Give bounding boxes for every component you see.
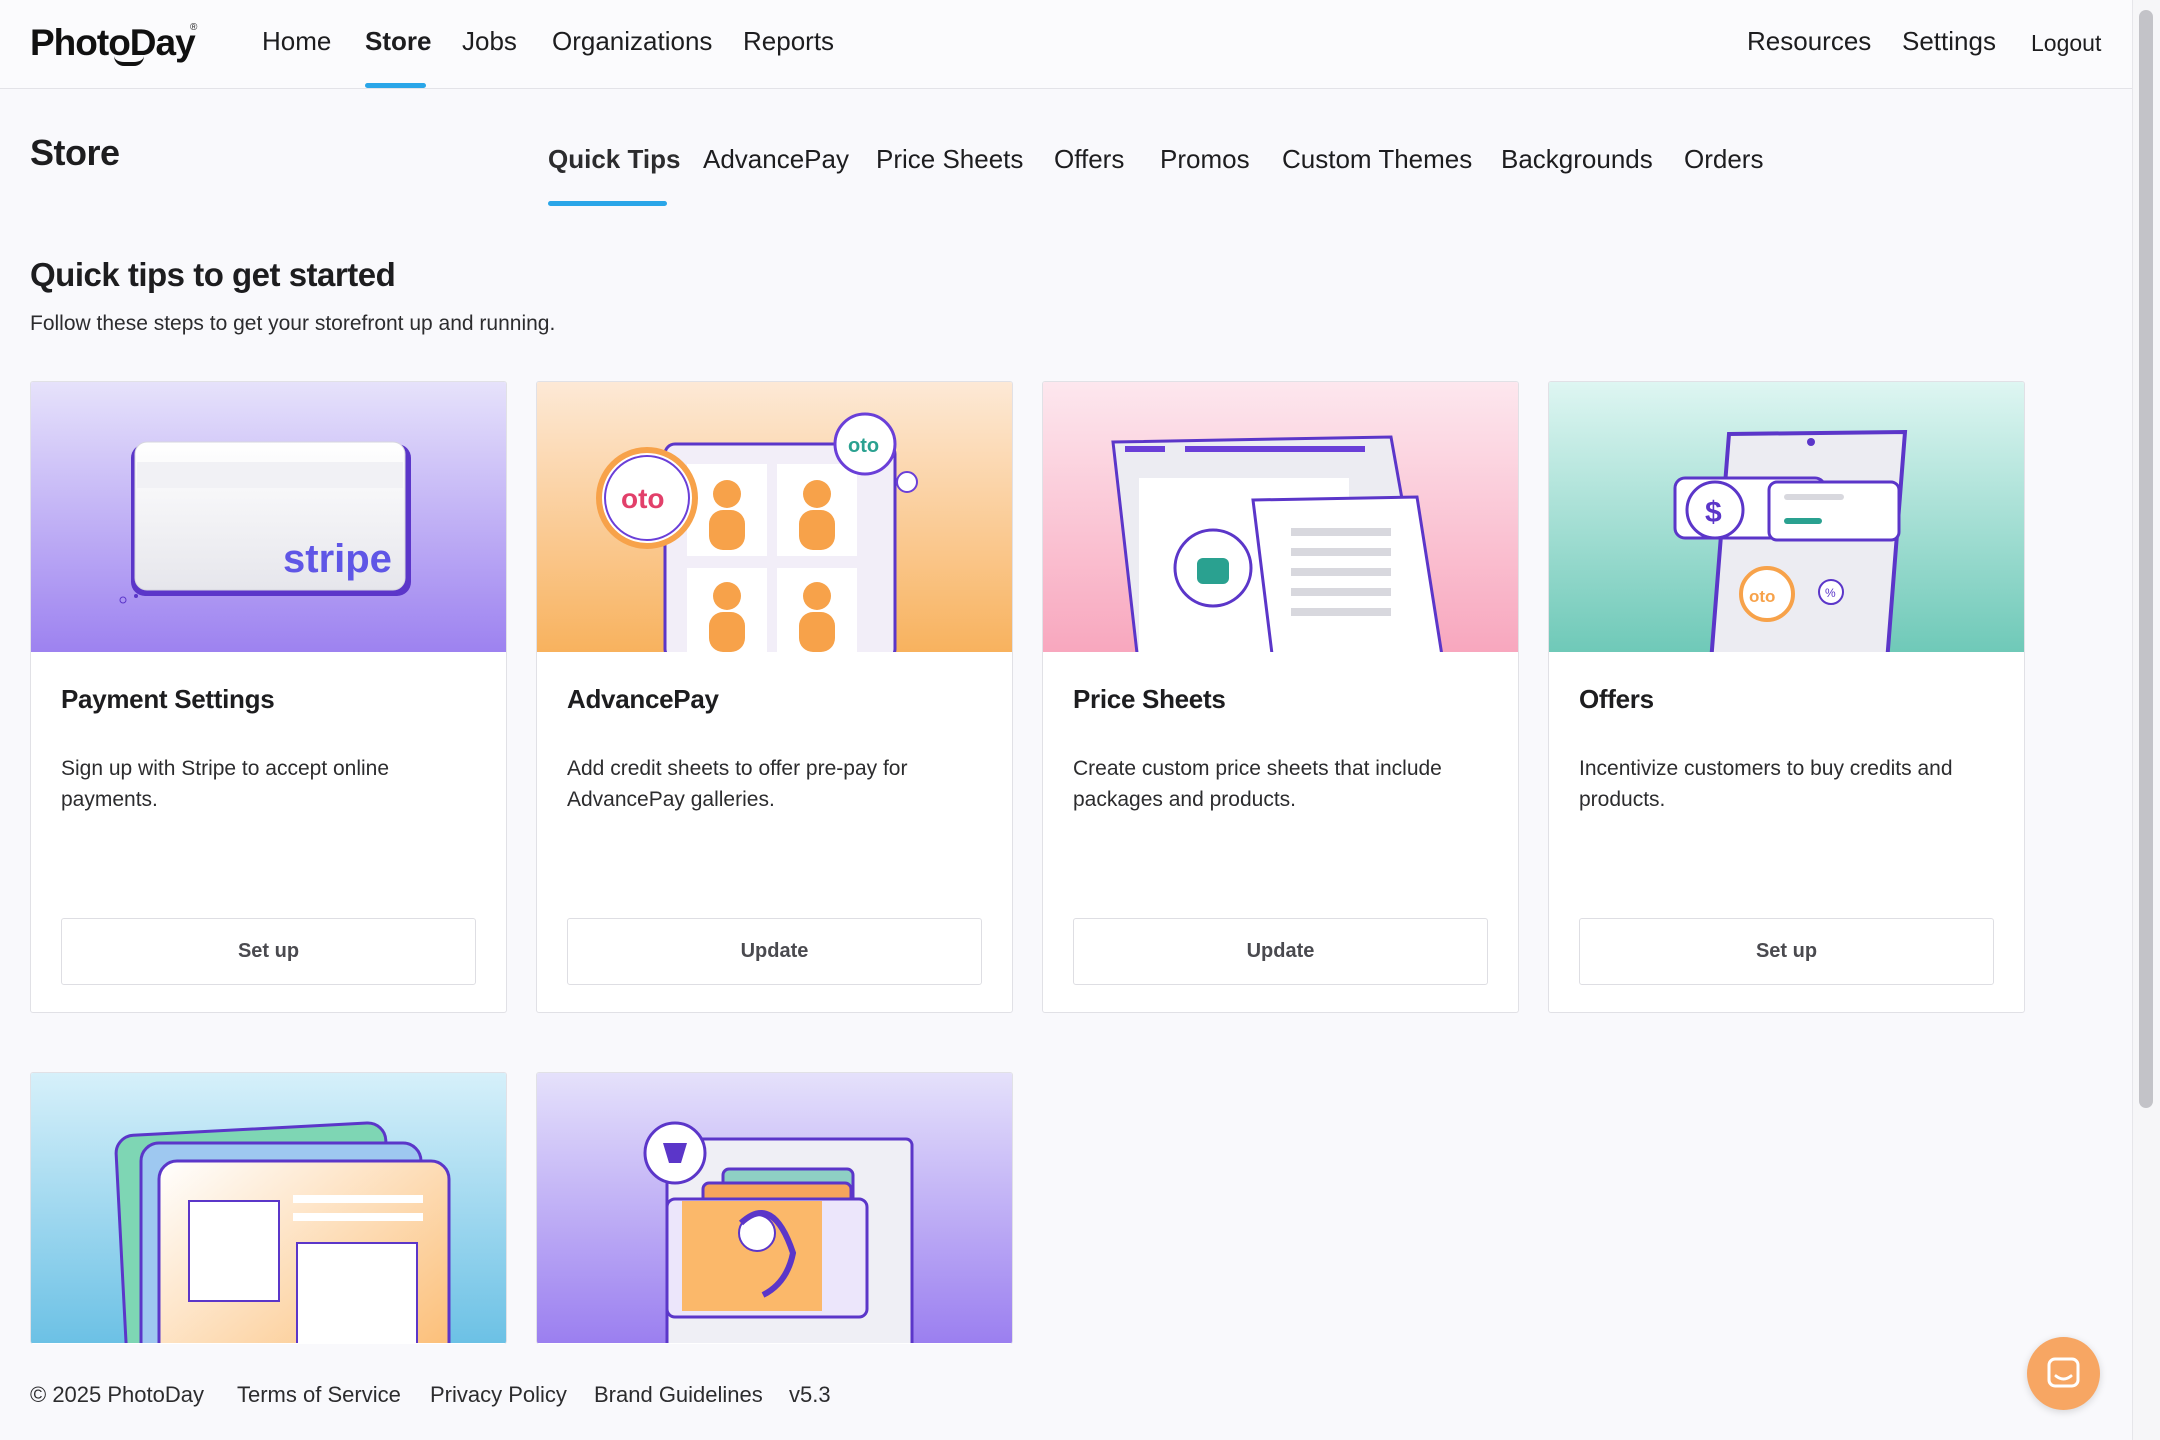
footer-version: v5.3 (789, 1382, 831, 1407)
card-title: AdvancePay (567, 684, 719, 714)
card-custom-themes (30, 1072, 507, 1344)
scrollbar-thumb[interactable] (2139, 10, 2153, 1108)
svg-text:oto: oto (1749, 587, 1775, 606)
nav-reports[interactable]: Reports (743, 26, 834, 57)
stripe-illustration: stripe (31, 382, 506, 652)
section-title: Quick tips to get started (30, 256, 396, 293)
tab-quick-tips[interactable]: Quick Tips (548, 144, 680, 175)
svg-text:oto: oto (848, 435, 879, 457)
card-price-sheets: Price Sheets Create custom price sheets … (1042, 381, 1519, 1013)
update-button[interactable]: Update (1073, 918, 1488, 985)
footer-terms-link[interactable]: Terms of Service (237, 1382, 401, 1408)
svg-text:%: % (1825, 586, 1836, 600)
logo-registered-mark: ® (190, 22, 198, 33)
update-button[interactable]: Update (567, 918, 982, 985)
tab-offers[interactable]: Offers (1054, 144, 1124, 175)
nav-store[interactable]: Store (365, 26, 431, 57)
card-title: Price Sheets (1073, 684, 1226, 714)
tab-advancepay[interactable]: AdvancePay (703, 144, 849, 175)
set-up-button[interactable]: Set up (1579, 918, 1994, 985)
offers-illustration: $ oto % (1549, 382, 2024, 652)
section-description: Follow these steps to get your storefron… (30, 312, 556, 335)
card-advancepay: oto oto AdvancePay Add credit sheets to … (536, 381, 1013, 1013)
page-title: Store (30, 132, 120, 173)
card-offers: $ oto % Offers Incentivize customers to … (1548, 381, 2025, 1013)
nav-logout[interactable]: Logout (2031, 30, 2101, 57)
footer-brand-guidelines-link[interactable]: Brand Guidelines (594, 1382, 763, 1408)
footer-copyright: © 2025 PhotoDay (30, 1382, 204, 1407)
nav-organizations[interactable]: Organizations (552, 26, 712, 57)
price-sheets-illustration (1043, 382, 1518, 652)
nav-active-indicator (365, 83, 426, 88)
nav-jobs[interactable]: Jobs (462, 26, 517, 57)
set-up-button[interactable]: Set up (61, 918, 476, 985)
logo-text: PhotoDay (30, 22, 196, 63)
top-navbar: PhotoDay ® Home Store Jobs Organizations… (0, 0, 2132, 89)
tab-custom-themes[interactable]: Custom Themes (1282, 144, 1472, 175)
tab-backgrounds[interactable]: Backgrounds (1501, 144, 1653, 175)
card-description: Create custom price sheets that include … (1073, 757, 1442, 811)
footer-privacy-link[interactable]: Privacy Policy (430, 1382, 567, 1408)
logo-smile-mark (114, 56, 144, 66)
chat-icon (2047, 1357, 2080, 1388)
card-title: Payment Settings (61, 684, 275, 714)
svg-text:oto: oto (621, 483, 665, 514)
svg-text:$: $ (1705, 496, 1722, 529)
tab-active-indicator (548, 201, 667, 206)
photoday-logo[interactable]: PhotoDay ® (30, 18, 200, 68)
card-description: Sign up with Stripe to accept online pay… (61, 757, 390, 811)
nav-home[interactable]: Home (262, 26, 331, 57)
tab-promos[interactable]: Promos (1160, 144, 1250, 175)
card-description: Incentivize customers to buy credits and… (1579, 757, 1953, 811)
card-backgrounds (536, 1072, 1013, 1344)
svg-text:stripe: stripe (283, 537, 392, 581)
tab-orders[interactable]: Orders (1684, 144, 1763, 175)
backgrounds-illustration (537, 1073, 1012, 1343)
tab-price-sheets[interactable]: Price Sheets (876, 144, 1023, 175)
advancepay-illustration: oto oto (537, 382, 1012, 652)
card-description: Add credit sheets to offer pre-pay for A… (567, 757, 908, 811)
nav-resources[interactable]: Resources (1747, 26, 1871, 57)
custom-themes-illustration (31, 1073, 506, 1343)
card-payment-settings: stripe Payment Settings Sign up with Str… (30, 381, 507, 1013)
card-title: Offers (1579, 684, 1654, 714)
nav-settings[interactable]: Settings (1902, 26, 1996, 57)
chat-launcher-button[interactable] (2027, 1337, 2100, 1410)
